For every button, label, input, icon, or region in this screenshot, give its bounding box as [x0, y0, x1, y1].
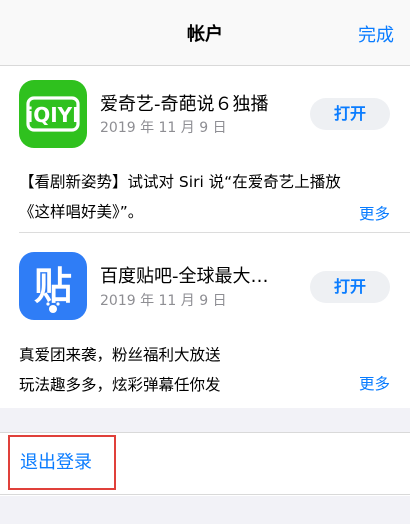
- sign-out-button[interactable]: 退出登录: [20, 448, 92, 474]
- description-line: 【看剧新姿势】试试对 Siri 说“在爱奇艺上播放: [19, 173, 341, 191]
- open-button[interactable]: 打开: [310, 271, 390, 303]
- app-description: 【看剧新姿势】试试对 Siri 说“在爱奇艺上播放 《这样唱好美》”。: [19, 167, 359, 227]
- done-button[interactable]: 完成: [358, 21, 394, 47]
- app-name: 爱奇艺-奇葩说６独播: [100, 94, 269, 115]
- divider: [19, 232, 410, 233]
- description-line: 玩法趣多多，炫彩弹幕任你发: [19, 376, 221, 394]
- app-date: 2019 年 11 月 9 日: [100, 120, 227, 136]
- more-link[interactable]: 更多: [359, 372, 390, 394]
- app-date: 2019 年 11 月 9 日: [100, 293, 227, 309]
- sign-out-row[interactable]: 退出登录: [0, 433, 410, 495]
- section-gap: [0, 408, 410, 433]
- app-description: 真爱团来袭，粉丝福利大放送 玩法趣多多，炫彩弹幕任你发: [19, 340, 359, 400]
- tieba-app-icon[interactable]: 贴: [19, 252, 87, 320]
- svg-text:贴: 贴: [34, 264, 72, 308]
- app-name: 百度贴吧-全球最大…: [100, 266, 269, 287]
- iqiyi-app-icon[interactable]: iQIYI: [19, 80, 87, 148]
- open-button[interactable]: 打开: [310, 98, 390, 130]
- navigation-bar: 帐户 完成: [0, 0, 410, 66]
- page-title: 帐户: [187, 24, 223, 45]
- svg-text:iQIYI: iQIYI: [26, 103, 79, 127]
- background-fill: [0, 496, 410, 524]
- description-line: 《这样唱好美》”。: [19, 203, 144, 221]
- more-link[interactable]: 更多: [359, 202, 390, 224]
- description-line: 真爱团来袭，粉丝福利大放送: [19, 346, 221, 364]
